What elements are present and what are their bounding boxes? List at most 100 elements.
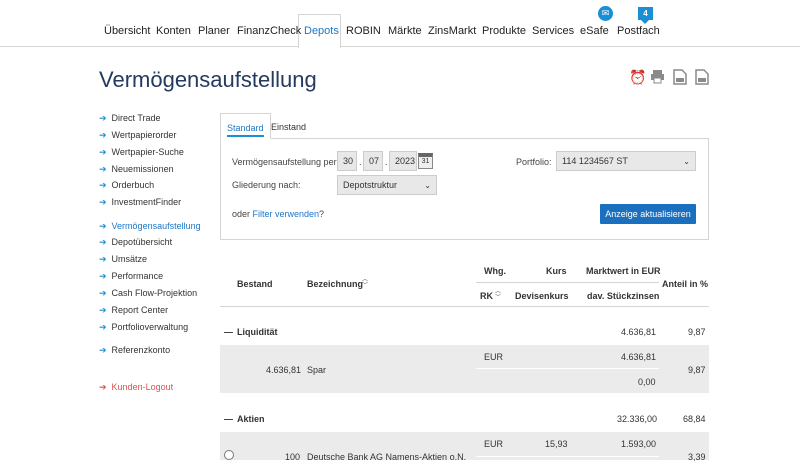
collapse-icon[interactable]: — (224, 414, 233, 424)
pdf-export-icon[interactable] (672, 69, 687, 85)
nav-esafe[interactable]: eSafe (580, 25, 609, 37)
section-aktien: Aktien (237, 414, 265, 424)
nav-finanzcheck[interactable]: FinanzCheck (237, 25, 301, 37)
nav-maerkte[interactable]: Märkte (388, 25, 422, 37)
filter-suffix: ? (319, 209, 325, 219)
row-marktwert: 4.636,81 (621, 352, 657, 362)
arrow-right-icon: ➔ (99, 130, 107, 140)
alarm-clock-icon[interactable]: ⏰ (629, 69, 646, 85)
arrow-right-icon: ➔ (99, 288, 107, 298)
refresh-button[interactable]: Anzeige aktualisieren (600, 204, 696, 224)
csv-export-icon[interactable] (694, 69, 709, 85)
tab-einstand[interactable]: Einstand (265, 113, 313, 139)
month-input[interactable]: 07 (363, 151, 383, 171)
tab-standard-label: Standard (227, 123, 264, 137)
row-stueckzinsen: 0,00 (638, 377, 656, 387)
filter-link[interactable]: Filter verwenden (253, 209, 320, 219)
sidebar-item-label: Cash Flow-Projektion (111, 288, 198, 298)
filter-hint: oder Filter verwenden? (232, 209, 324, 219)
sidebar-item-wertpapierorder[interactable]: ➔ Wertpapierorder (99, 130, 176, 141)
sidebar-item-label: Wertpapierorder (111, 130, 177, 140)
logout-link[interactable]: ➔ Kunden-Logout (99, 382, 173, 393)
date-separator: . (359, 157, 362, 167)
collapse-icon[interactable]: — (224, 327, 233, 337)
sidebar-item-umsaetze[interactable]: ➔ Umsätze (99, 254, 147, 265)
row-whg: EUR (484, 439, 504, 449)
header-bezeichnung[interactable]: Bezeichnung (307, 279, 363, 289)
row-marktwert: 1.593,00 (621, 439, 657, 449)
nav-postfach[interactable]: Postfach (617, 25, 660, 37)
day-input[interactable]: 30 (337, 151, 357, 171)
arrow-right-icon: ➔ (99, 221, 107, 231)
top-navigation: Übersicht Konten Planer FinanzCheck Depo… (0, 0, 800, 48)
nav-planer[interactable]: Planer (198, 25, 230, 37)
sort-icon[interactable]: ︿ ﹀ (495, 289, 501, 301)
nav-konten[interactable]: Konten (156, 25, 191, 37)
header-rk[interactable]: RK (480, 291, 493, 301)
sidebar-item-performance[interactable]: ➔ Performance (99, 271, 163, 282)
sidebar-item-label: Depotübersicht (111, 237, 173, 247)
arrow-right-icon: ➔ (99, 180, 107, 190)
sidebar-item-cash-flow[interactable]: ➔ Cash Flow-Projektion (99, 288, 197, 299)
portfolio-select-value: 114 1234567 ST (562, 156, 628, 166)
sidebar-item-label: Performance (111, 271, 164, 281)
row-bezeichnung-link[interactable]: Deutsche Bank AG Namens-Aktien o.N. (307, 452, 466, 462)
row-anteil: 3,39 (688, 452, 706, 462)
row-bestand[interactable]: 100 (285, 452, 300, 462)
portfolio-select[interactable]: 114 1234567 ST ⌄ (556, 151, 696, 171)
sidebar-item-neuemissionen[interactable]: ➔ Neuemissionen (99, 164, 174, 175)
tab-standard[interactable]: Standard (220, 113, 271, 139)
sidebar-item-label: Portfolioverwaltung (111, 322, 189, 332)
sidebar-item-label: Report Center (111, 305, 169, 315)
arrow-right-icon: ➔ (99, 305, 107, 315)
nav-uebersicht[interactable]: Übersicht (104, 25, 150, 37)
sidebar-item-label: Direct Trade (111, 113, 161, 123)
row-kurs: 15,93 (545, 439, 568, 449)
sidebar-item-vermoegensaufstellung[interactable]: ➔ Vermögensaufstellung (99, 221, 201, 232)
nav-depots[interactable]: Depots (304, 25, 339, 37)
sidebar-item-direct-trade[interactable]: ➔ Direct Trade (99, 113, 161, 124)
year-input[interactable]: 2023 (389, 151, 417, 171)
sidebar-item-portfolioverwaltung[interactable]: ➔ Portfolioverwaltung (99, 322, 188, 333)
section-marktwert: 4.636,81 (621, 327, 657, 337)
arrow-right-icon: ➔ (99, 345, 107, 355)
sidebar-item-label: Vermögensaufstellung (111, 221, 201, 231)
nav-services[interactable]: Services (532, 25, 574, 37)
sidebar-item-depotuebersicht[interactable]: ➔ Depotübersicht (99, 237, 172, 248)
sidebar-item-report-center[interactable]: ➔ Report Center (99, 305, 168, 316)
calendar-icon[interactable]: 31 (418, 153, 433, 169)
arrow-right-icon: ➔ (99, 164, 107, 174)
sort-icon[interactable]: ︿ ﹀ (362, 277, 368, 289)
header-anteil: Anteil in % (662, 279, 709, 289)
print-icon[interactable] (650, 69, 665, 85)
row-divider (476, 368, 659, 369)
sidebar-item-referenzkonto[interactable]: ➔ Referenzkonto (99, 345, 170, 356)
gliederung-label: Gliederung nach: (232, 180, 301, 190)
sidebar-item-label: Orderbuch (111, 180, 155, 190)
header-stueckzinsen: dav. Stückzinsen (587, 291, 660, 301)
section-anteil: 9,87 (688, 327, 706, 337)
arrow-right-icon: ➔ (99, 271, 107, 281)
sidebar-item-orderbuch[interactable]: ➔ Orderbuch (99, 180, 154, 191)
header-divider (476, 282, 659, 283)
gliederung-select[interactable]: Depotstruktur ⌄ (337, 175, 437, 195)
sidebar-item-investmentfinder[interactable]: ➔ InvestmentFinder (99, 197, 181, 208)
nav-produkte[interactable]: Produkte (482, 25, 526, 37)
section-marktwert: 32.336,00 (617, 414, 658, 424)
section-liquiditaet: Liquidität (237, 327, 278, 337)
section-anteil: 68,84 (683, 414, 706, 424)
sidebar-item-label: Neuemissionen (111, 164, 174, 174)
header-bestand: Bestand (237, 279, 273, 289)
arrow-right-icon: ➔ (99, 197, 107, 207)
header-devisenkurs: Devisenkurs (515, 291, 569, 301)
nav-robin[interactable]: ROBIN (346, 25, 381, 37)
row-select-radio[interactable] (224, 450, 234, 460)
gliederung-select-value: Depotstruktur (343, 180, 398, 190)
sidebar-item-wertpapier-suche[interactable]: ➔ Wertpapier-Suche (99, 147, 184, 158)
chevron-down-icon: ⌄ (683, 157, 690, 166)
date-separator: . (385, 157, 388, 167)
header-marktwert: Marktwert in EUR (586, 266, 661, 276)
row-bestand: 4.636,81 (266, 365, 302, 375)
nav-zinsmarkt[interactable]: ZinsMarkt (428, 25, 476, 37)
mail-icon[interactable]: ✉ (598, 6, 613, 21)
